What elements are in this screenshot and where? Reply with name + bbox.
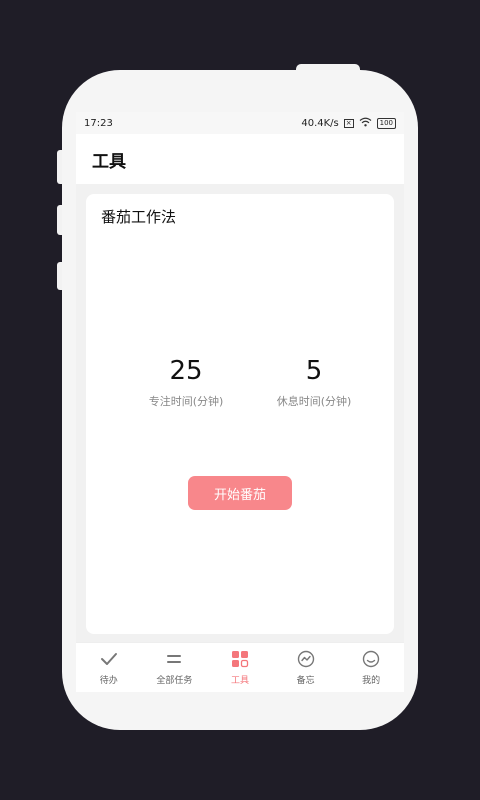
- network-speed: 40.4K/s: [301, 117, 339, 129]
- pomodoro-card: 番茄工作法 25 专注时间(分钟) 5 休息时间(分钟) 开始番茄: [86, 194, 394, 634]
- bottom-nav: 待办 全部任务 工具 备忘 我的: [76, 642, 404, 692]
- equals-icon: [164, 649, 184, 669]
- page-title: 工具: [92, 151, 126, 172]
- battery-icon: 100: [376, 117, 396, 129]
- rest-time-value: 5: [305, 356, 323, 386]
- focus-time-label: 专注时间(分钟): [148, 395, 224, 408]
- status-time: 17:23: [84, 117, 113, 129]
- app-bar: 工具: [76, 134, 404, 184]
- nav-item-tools[interactable]: 工具: [207, 643, 273, 692]
- nav-item-all-tasks[interactable]: 全部任务: [142, 643, 208, 692]
- chart-circle-icon: [296, 649, 316, 669]
- rest-time-stat[interactable]: 5 休息时间(分钟): [259, 354, 369, 409]
- nav-item-mine[interactable]: 我的: [338, 643, 404, 692]
- status-bar: 17:23 40.4K/s × 100: [76, 112, 404, 134]
- nav-label: 我的: [362, 676, 381, 686]
- focus-time-value: 25: [169, 356, 203, 386]
- card-title: 番茄工作法: [101, 208, 177, 226]
- nav-item-memo[interactable]: 备忘: [273, 643, 339, 692]
- focus-time-stat[interactable]: 25 专注时间(分钟): [131, 354, 241, 409]
- sim-icon: ×: [343, 118, 354, 128]
- wifi-icon: [359, 117, 372, 130]
- start-pomodoro-button[interactable]: 开始番茄: [188, 476, 292, 510]
- nav-label: 待办: [99, 676, 118, 686]
- grid-icon: [230, 649, 250, 669]
- smiley-icon: [361, 649, 381, 669]
- nav-label: 备忘: [296, 676, 315, 686]
- app-screen: 17:23 40.4K/s × 100 工具 番茄工作法 25 专注时间(分钟)…: [76, 112, 404, 692]
- status-indicators: 40.4K/s × 100: [301, 117, 396, 130]
- nav-item-todo[interactable]: 待办: [76, 643, 142, 692]
- checkmark-icon: [99, 649, 119, 669]
- rest-time-label: 休息时间(分钟): [276, 395, 352, 408]
- nav-label: 工具: [230, 676, 249, 686]
- nav-label: 全部任务: [156, 676, 193, 686]
